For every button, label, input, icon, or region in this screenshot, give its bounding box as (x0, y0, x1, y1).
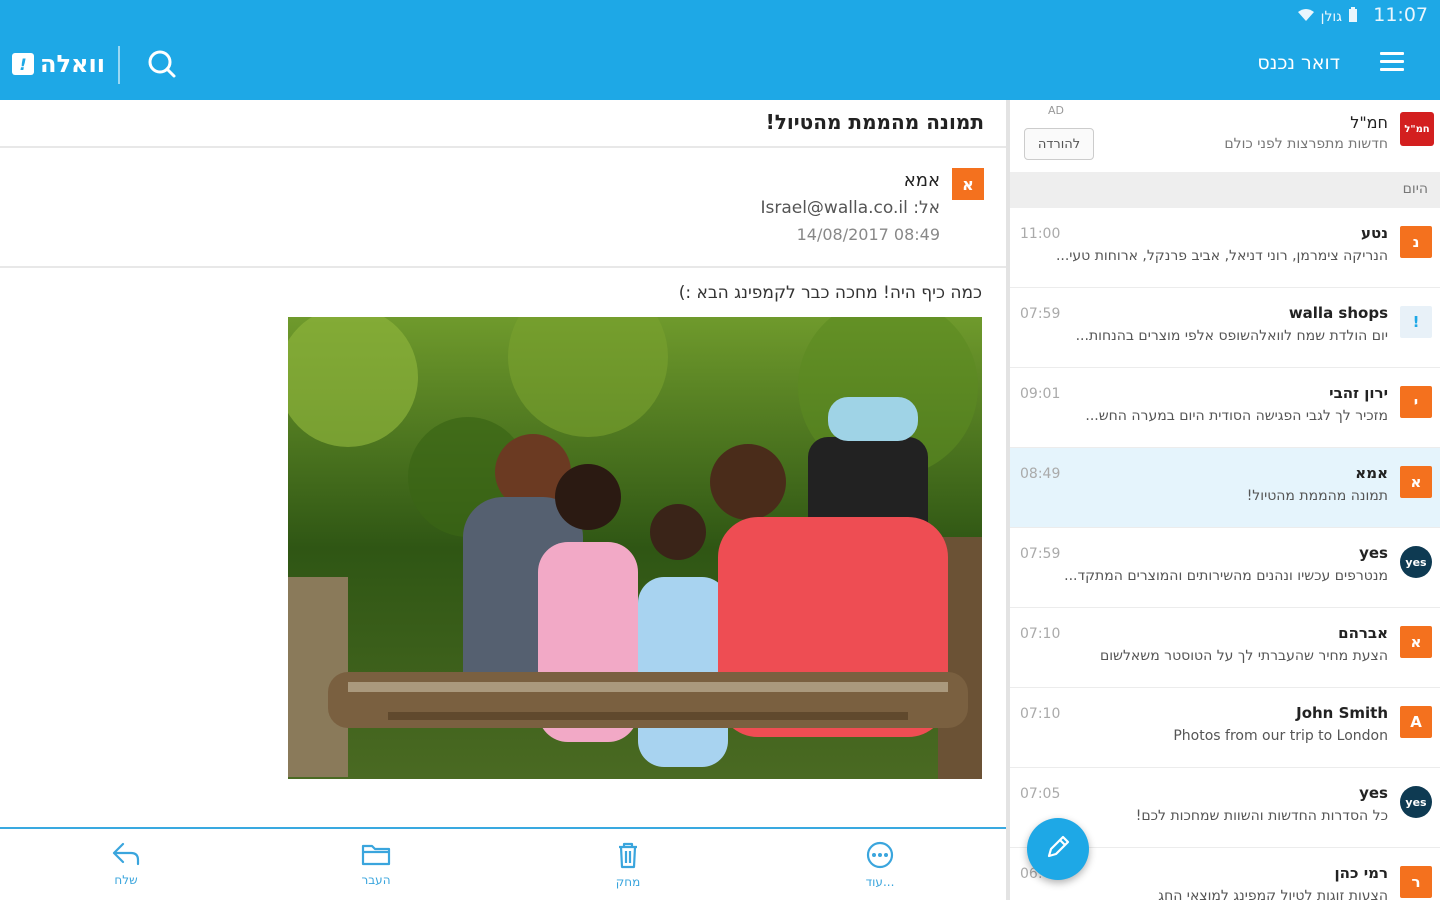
logo-divider (118, 46, 120, 84)
message-sender: walla shops (1288, 304, 1388, 322)
message-time: 07:10 (1020, 626, 1061, 642)
message-subject: תמונה מהממת מהטיול! (765, 110, 984, 134)
header-divider (0, 266, 1006, 268)
walla-logo-text: וואלה (40, 50, 105, 78)
sender-avatar: ר (1400, 866, 1432, 898)
ad-logo: חמ"ל (1400, 112, 1434, 146)
search-icon[interactable] (146, 48, 178, 80)
ad-title: חמ"ל (1350, 113, 1388, 132)
message-time: 11:00 (1020, 226, 1061, 242)
message-row[interactable]: נ נטע הנריקה צימרמן, רוני דניאל, אביב פרנק… (1010, 208, 1440, 288)
message-sender: אברהם (1338, 624, 1388, 642)
message-row[interactable]: י ירון זהבי מזכיר לך לגבי הפגישה הסודית הי… (1010, 368, 1440, 448)
message-snippet: מזכיר לך לגבי הפגישה הסודית היום במערה ה… (1085, 408, 1388, 424)
message-date: 14/08/2017 08:49 (796, 225, 940, 244)
sender-name[interactable]: אמא (904, 170, 940, 191)
carrier-label: גולן (1320, 9, 1342, 25)
message-row[interactable]: א אברהם הצעת מחיר שהעברתי לך על הטוסטר משא… (1010, 608, 1440, 688)
sender-avatar: yes (1400, 546, 1432, 578)
message-row[interactable]: yes yes מנטרפים עכשיו ונהנים מהשירותים והמ… (1010, 528, 1440, 608)
pencil-icon (1043, 832, 1073, 866)
walla-logo[interactable]: ! וואלה (12, 50, 105, 78)
message-sender: רמי כהן (1334, 864, 1388, 882)
message-time: 07:59 (1020, 546, 1061, 562)
move-label: העבר (361, 873, 391, 887)
message-sender: yes (1359, 784, 1388, 802)
message-body: כמה כיף היה! מחכה כבר לקמפינג הבא :) (678, 283, 982, 303)
message-snippet: תמונה מהממת מהטיול! (1246, 488, 1388, 504)
message-snippet: הצעות זוגות לטיול קמפינג למוצאי החג (1158, 888, 1388, 900)
message-time: 07:10 (1020, 706, 1061, 722)
reply-icon (111, 842, 141, 871)
message-toolbar: שלח העבר מחק עוד... (0, 827, 1006, 900)
message-sender: John Smith (1296, 704, 1388, 722)
message-snippet: מנטרפים עכשיו ונהנים מהשירותים והמוצרים … (1064, 568, 1388, 584)
more-options-icon (865, 841, 895, 873)
recipient-line: אל: Israel@walla.co.il (760, 198, 940, 218)
reply-button[interactable]: שלח (96, 841, 156, 887)
message-row[interactable]: A John Smith Photos from our trip to Londo… (1010, 688, 1440, 768)
message-row[interactable]: א אמא תמונה מהממת מהטיול! 08:49 (1010, 448, 1440, 528)
reply-label: שלח (114, 873, 138, 887)
message-sender: אמא (1355, 464, 1388, 482)
message-snippet: Photos from our trip to London (1173, 728, 1388, 744)
status-icons: גולן (1297, 7, 1358, 27)
sender-avatar: א (952, 168, 984, 200)
sender-avatar: י (1400, 386, 1432, 418)
message-reader: תמונה מהממת מהטיול! א אמא אל: Israel@wal… (0, 100, 1006, 900)
trash-icon (613, 842, 643, 873)
more-label: עוד... (865, 875, 895, 889)
compose-button[interactable] (1027, 818, 1089, 880)
battery-icon (1348, 7, 1358, 27)
ad-download-button[interactable]: להורדה (1024, 128, 1094, 160)
folder-icon (361, 844, 391, 871)
message-row[interactable]: ! walla shops יום הולדת שמח לוואלהשופס אלפ… (1010, 288, 1440, 368)
sender-avatar: yes (1400, 786, 1432, 818)
sender-avatar: א (1400, 466, 1432, 498)
message-snippet: הנריקה צימרמן, רוני דניאל, אביב פרנקל, א… (1055, 248, 1388, 264)
folder-title[interactable]: דואר נכנס (1257, 52, 1340, 74)
delete-button[interactable]: מחק (598, 841, 658, 889)
section-header-today: היום (1010, 172, 1440, 208)
status-bar: גולן 11:07 (0, 0, 1440, 30)
delete-label: מחק (615, 875, 641, 889)
message-list: AD להורדה חמ"ל חמ"ל חדשות מתפרצות לפני כ… (1010, 100, 1440, 900)
wifi-icon (1297, 8, 1315, 26)
more-button[interactable]: עוד... (850, 841, 910, 889)
message-snippet: כל הסדרות החדשות והשוות שמחכות לכם! (1135, 808, 1388, 824)
ad-banner[interactable]: AD להורדה חמ"ל חמ"ל חדשות מתפרצות לפני כ… (1010, 100, 1440, 172)
ad-tag: AD (1048, 104, 1064, 117)
walla-mail-app: גולן 11:07 ! וואלה דואר נכנס תמונה מהממת… (0, 0, 1440, 900)
hamburger-menu-icon[interactable] (1380, 52, 1404, 74)
section-label: היום (1402, 181, 1428, 197)
clock: 11:07 (1373, 4, 1428, 26)
subject-divider (0, 146, 1006, 148)
walla-logo-badge: ! (12, 53, 34, 75)
sender-avatar: א (1400, 626, 1432, 658)
sender-avatar: נ (1400, 226, 1432, 258)
message-time: 08:49 (1020, 466, 1061, 482)
app-bar: ! וואלה דואר נכנס (0, 30, 1440, 100)
message-snippet: הצעת מחיר שהעברתי לך על הטוסטר משאלשום (1099, 648, 1388, 664)
move-button[interactable]: העבר (346, 841, 406, 887)
sender-avatar: ! (1400, 306, 1432, 338)
ad-description: חדשות מתפרצות לפני כולם (1224, 136, 1388, 152)
message-time: 07:05 (1020, 786, 1061, 802)
message-sender: yes (1359, 544, 1388, 562)
sender-avatar: A (1400, 706, 1432, 738)
family-photo[interactable] (288, 317, 982, 779)
message-time: 09:01 (1020, 386, 1061, 402)
message-snippet: יום הולדת שמח לוואלהשופס אלפי מוצרים בהנ… (1075, 328, 1388, 344)
message-sender: ירון זהבי (1329, 384, 1388, 402)
message-time: 07:59 (1020, 306, 1061, 322)
message-sender: נטע (1361, 224, 1388, 242)
